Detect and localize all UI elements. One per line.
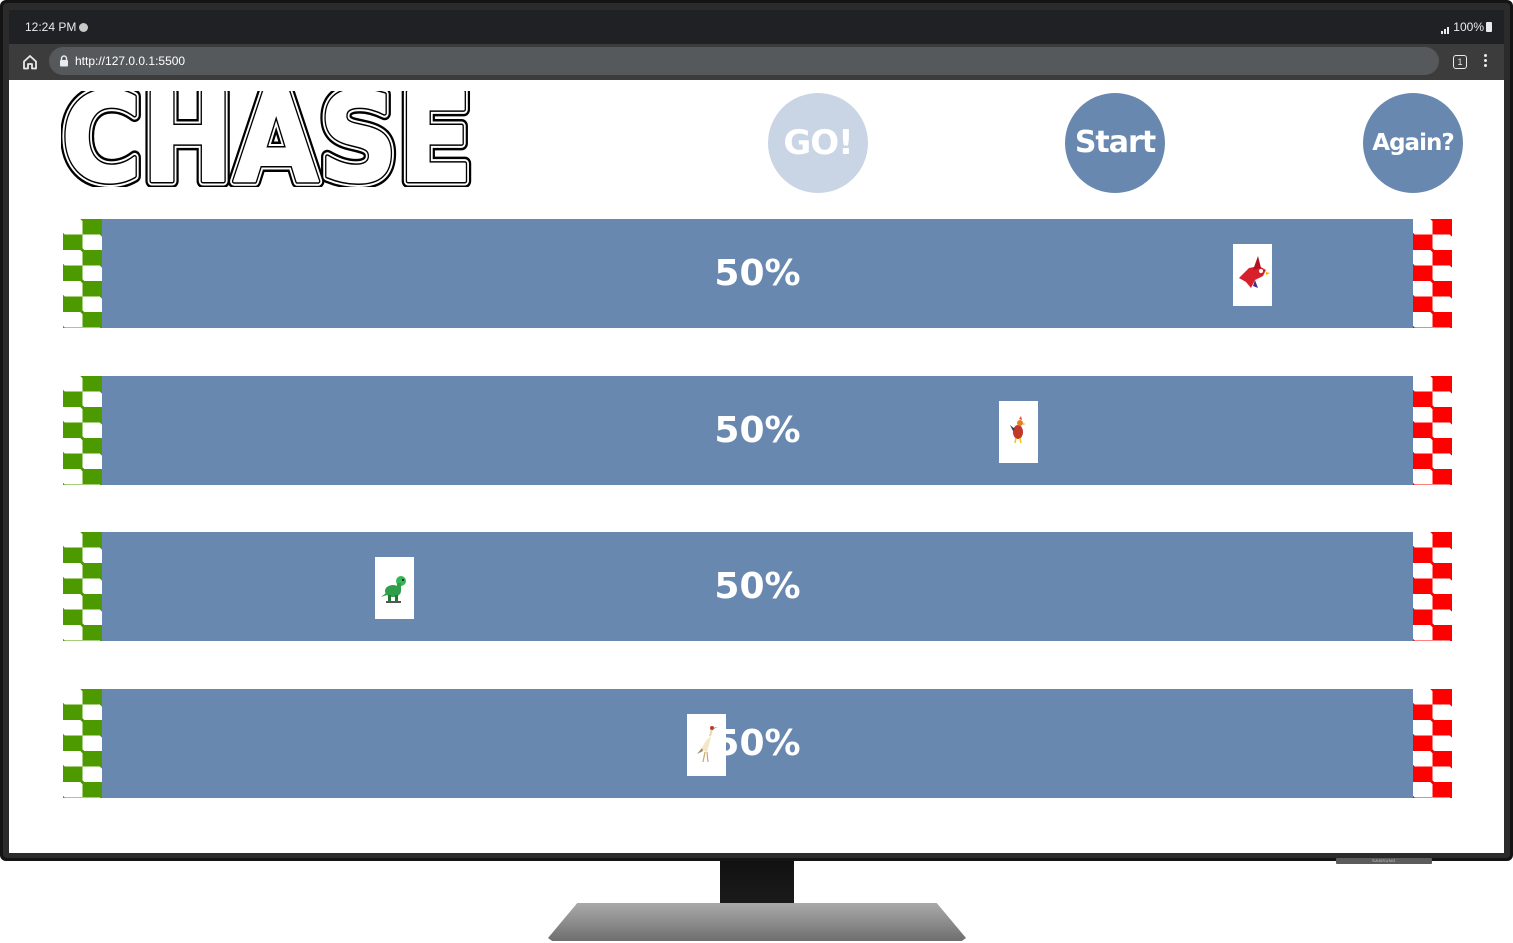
notification-icon xyxy=(79,23,89,32)
tv-screen: 12:24 PM 100% http://127.0.0.1:5500 1 CH… xyxy=(9,10,1504,853)
rooster-icon xyxy=(1010,416,1026,444)
finish-checkered-flag xyxy=(1413,376,1452,485)
racer-card xyxy=(1233,244,1272,306)
race-track: 50% xyxy=(102,532,1413,641)
start-button[interactable]: Start xyxy=(1065,93,1165,193)
tv-stand-neck xyxy=(720,861,794,909)
finish-checkered-flag xyxy=(1413,219,1452,328)
progress-percent: 50% xyxy=(714,410,801,451)
racer-card xyxy=(687,714,726,776)
start-checkered-flag xyxy=(63,532,102,641)
race-lane: 50% xyxy=(63,689,1452,798)
home-icon[interactable] xyxy=(21,53,39,71)
racer-card xyxy=(999,401,1038,463)
chase-logo: CHASE CHASE CHASE CHASE xyxy=(61,91,473,187)
battery-percent: 100% xyxy=(1453,20,1484,34)
signal-icon xyxy=(1441,20,1451,34)
tv-stand-base xyxy=(548,903,966,941)
finish-checkered-flag xyxy=(1413,532,1452,641)
start-checkered-flag xyxy=(63,376,102,485)
game-page: CHASE CHASE CHASE CHASE GO! Start Again?… xyxy=(9,80,1504,853)
start-checkered-flag xyxy=(63,689,102,798)
racer-card xyxy=(375,557,414,619)
status-bar: 12:24 PM 100% xyxy=(9,10,1504,44)
svg-text:CHASE: CHASE xyxy=(61,91,473,187)
race-lane: 50% xyxy=(63,532,1452,641)
status-indicators: 100% xyxy=(1441,20,1492,34)
url-text: http://127.0.0.1:5500 xyxy=(75,54,186,68)
race-lane: 50% xyxy=(63,219,1452,328)
tv-brand-strip: SAMSUNG xyxy=(1336,858,1432,864)
more-menu-icon[interactable] xyxy=(1483,54,1489,70)
green-dinosaur-icon xyxy=(381,576,406,603)
progress-percent: 50% xyxy=(714,253,801,294)
progress-percent: 50% xyxy=(714,566,801,607)
finish-checkered-flag xyxy=(1413,689,1452,798)
red-bird-icon xyxy=(1239,256,1270,288)
again-button[interactable]: Again? xyxy=(1363,93,1463,193)
battery-icon xyxy=(1486,22,1492,32)
progress-percent: 50% xyxy=(714,723,801,764)
go-button[interactable]: GO! xyxy=(768,93,868,193)
status-time: 12:24 PM xyxy=(25,20,89,34)
tab-switcher-button[interactable]: 1 xyxy=(1453,55,1467,69)
crane-bird-icon xyxy=(697,726,718,763)
race-track: 50% xyxy=(102,219,1413,328)
race-track: 50% xyxy=(102,376,1413,485)
start-checkered-flag xyxy=(63,219,102,328)
race-lane: 50% xyxy=(63,376,1452,485)
address-bar[interactable]: http://127.0.0.1:5500 xyxy=(49,47,1439,75)
race-track: 50% xyxy=(102,689,1413,798)
browser-toolbar: http://127.0.0.1:5500 1 xyxy=(9,44,1504,80)
lock-icon xyxy=(60,55,68,67)
